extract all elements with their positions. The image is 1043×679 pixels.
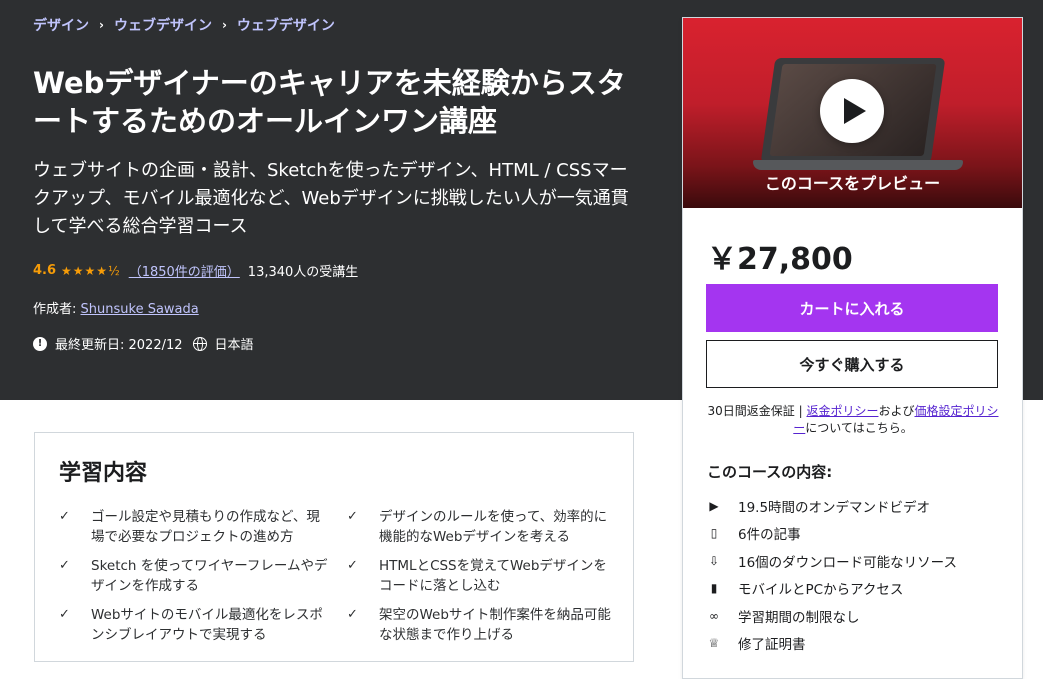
learn-item: ✓ HTMLとCSSを覚えてWebデザインをコードに落とし込む: [347, 556, 619, 596]
guarantee-suffix: についてはこちら。: [805, 421, 913, 435]
learn-item: ✓ Sketch を使ってワイヤーフレームやデザインを作成する: [59, 556, 347, 596]
breadcrumb: デザイン › ウェブデザイン › ウェブデザイン: [33, 15, 335, 35]
learn-item-text: Webサイトのモバイル最適化をレスポンシブレイアウトで実現する: [91, 607, 323, 643]
check-icon: ✓: [59, 607, 70, 622]
check-icon: ✓: [347, 558, 358, 573]
learn-list: ✓ ゴール設定や見積もりの作成など、現場で必要なプロジェクトの進め方 ✓ デザイ…: [59, 507, 619, 645]
learn-item-text: HTMLとCSSを覚えてWebデザインをコードに落とし込む: [379, 558, 607, 594]
globe-icon: [192, 336, 207, 351]
learn-item: ✓ 架空のWebサイト制作案件を納品可能な状態まで作り上げる: [347, 605, 619, 645]
creator-label: 作成者:: [33, 302, 81, 317]
breadcrumb-link[interactable]: デザイン: [33, 15, 89, 35]
learn-item-text: Sketch を使ってワイヤーフレームやデザインを作成する: [91, 558, 328, 594]
check-icon: ✓: [347, 607, 358, 622]
trophy-icon: ♕: [708, 636, 720, 651]
includes-item-text: 16個のダウンロード可能なリソース: [738, 554, 958, 571]
chevron-right-icon: ›: [221, 18, 227, 32]
chevron-right-icon: ›: [99, 18, 104, 32]
add-to-cart-button[interactable]: カートに入れる: [706, 284, 998, 332]
mobile-icon: ▮: [710, 581, 718, 596]
includes-item: ▮ モバイルとPCからアクセス: [707, 575, 1007, 603]
infinity-icon: ∞: [709, 608, 719, 623]
play-button[interactable]: [820, 79, 884, 143]
includes-item-text: モバイルとPCからアクセス: [738, 582, 904, 599]
what-you-will-learn: 学習内容 ✓ ゴール設定や見積もりの作成など、現場で必要なプロジェクトの進め方 …: [34, 432, 634, 662]
learn-title: 学習内容: [59, 461, 148, 486]
learn-item-text: デザインのルールを使って、効率的に機能的なWebデザインを考える: [379, 509, 608, 545]
download-icon: ⇩: [708, 553, 720, 568]
learn-item-text: ゴール設定や見積もりの作成など、現場で必要なプロジェクトの進め方: [91, 509, 320, 545]
course-preview[interactable]: このコースをプレビュー: [683, 18, 1022, 208]
guarantee-text: 30日間返金保証 |: [707, 404, 807, 418]
course-language: 日本語: [214, 338, 254, 353]
includes-item: ⇩ 16個のダウンロード可能なリソース: [707, 547, 1007, 575]
includes-list: ▶ 19.5時間のオンデマンドビデオ ▯ 6件の記事 ⇩ 16個のダウンロード可…: [707, 492, 1007, 657]
laptop-base: [753, 160, 963, 170]
play-icon: [844, 98, 866, 124]
guarantee-and: および: [878, 404, 915, 418]
money-back-guarantee: 30日間返金保証 | 返金ポリシーおよび価格設定ポリシーについてはこちら。: [703, 403, 1003, 437]
purchase-card: このコースをプレビュー ￥27,800 カートに入れる 今すぐ購入する 30日間…: [682, 17, 1023, 679]
creator-row: 作成者: Shunsuke Sawada: [33, 298, 199, 317]
check-icon: ✓: [347, 509, 358, 524]
learn-item: ✓ Webサイトのモバイル最適化をレスポンシブレイアウトで実現する: [59, 605, 347, 645]
check-icon: ✓: [59, 558, 70, 573]
check-icon: ✓: [59, 509, 70, 524]
refund-policy-link[interactable]: 返金ポリシー: [806, 404, 878, 418]
includes-item: ▯ 6件の記事: [707, 520, 1007, 548]
learn-item-text: 架空のWebサイト制作案件を納品可能な状態まで作り上げる: [379, 607, 611, 643]
course-price: ￥27,800: [707, 242, 853, 277]
course-subtitle: ウェブサイトの企画・設計、Sketchを使ったデザイン、HTML / CSSマー…: [33, 160, 629, 237]
student-count: 13,340人の受講生: [247, 265, 359, 280]
includes-item-text: 学習期間の制限なし: [738, 609, 860, 626]
video-icon: ▶: [709, 498, 719, 513]
file-icon: ▯: [710, 526, 718, 541]
includes-title: このコースの内容:: [707, 463, 833, 481]
alert-badge-icon: !: [33, 336, 47, 351]
includes-item-text: 修了証明書: [738, 637, 806, 654]
last-updated: 最終更新日: 2022/12: [55, 338, 183, 353]
breadcrumb-link[interactable]: ウェブデザイン: [114, 15, 212, 35]
learn-item: ✓ ゴール設定や見積もりの作成など、現場で必要なプロジェクトの進め方: [59, 507, 347, 547]
buy-now-button[interactable]: 今すぐ購入する: [706, 340, 998, 388]
course-title: Webデザイナーのキャリアを未経験からスタートするためのオールインワン講座: [33, 66, 626, 138]
rating-summary: 4.6 ★★★★½ （1850件の評価） 13,340人の受講生: [33, 261, 358, 280]
breadcrumb-link[interactable]: ウェブデザイン: [237, 15, 335, 35]
learn-item: ✓ デザインのルールを使って、効率的に機能的なWebデザインを考える: [347, 507, 619, 547]
includes-item-text: 6件の記事: [738, 527, 801, 544]
rating-count-link[interactable]: （1850件の評価）: [129, 261, 240, 280]
course-meta: ! 最終更新日: 2022/12 日本語: [33, 334, 254, 353]
preview-label[interactable]: このコースをプレビュー: [683, 170, 1022, 194]
star-rating-icon: ★★★★½: [61, 263, 121, 278]
includes-item-text: 19.5時間のオンデマンドビデオ: [738, 499, 931, 516]
includes-item: ∞ 学習期間の制限なし: [707, 602, 1007, 630]
creator-link[interactable]: Shunsuke Sawada: [81, 302, 199, 317]
rating-value: 4.6: [33, 263, 57, 278]
includes-item: ▶ 19.5時間のオンデマンドビデオ: [707, 492, 1007, 520]
includes-item: ♕ 修了証明書: [707, 630, 1007, 658]
